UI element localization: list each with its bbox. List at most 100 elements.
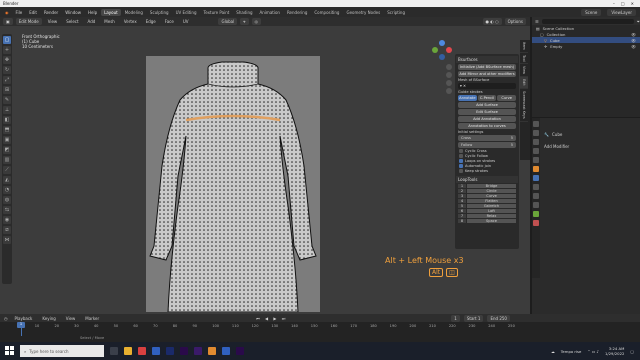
looptools-gstretch-button[interactable]: Gstretch: [467, 204, 516, 208]
looptools-flatten-button[interactable]: Flatten: [467, 199, 516, 203]
stroke-mode-curve[interactable]: Curve: [497, 95, 517, 101]
menu-render[interactable]: Render: [41, 9, 61, 16]
app-icon[interactable]: [138, 347, 146, 355]
add-annotation-button[interactable]: Add Annotation: [458, 116, 516, 122]
tab-geometry-nodes[interactable]: Geometry Nodes: [343, 9, 383, 16]
scene-selector[interactable]: Scene: [581, 8, 602, 16]
visibility-icon[interactable]: 👁: [631, 38, 640, 43]
app-icon[interactable]: [236, 347, 244, 355]
app-icon[interactable]: [222, 347, 230, 355]
neg-z-axis-icon[interactable]: [439, 54, 445, 60]
menu-playback[interactable]: Playback: [12, 315, 36, 322]
output-tab-icon[interactable]: [533, 139, 539, 145]
bsurfaces-header[interactable]: Bsurfaces: [456, 56, 518, 63]
add-surface-button[interactable]: Add Surface: [458, 102, 516, 108]
add-mirror-button[interactable]: Add Mirror and other modifiers: [458, 71, 516, 77]
navigation-gizmo[interactable]: [432, 40, 452, 60]
photoshop-icon[interactable]: [166, 347, 174, 355]
initialize-bsurface-button[interactable]: Initialize (Add BSurface mesh): [458, 64, 516, 70]
checkbox-box[interactable]: [459, 159, 463, 163]
scene-tab-icon[interactable]: [533, 148, 539, 154]
tray-icons[interactable]: ⌃ ▭ ♪: [587, 349, 599, 354]
menu-window[interactable]: Window: [62, 9, 84, 16]
tab-modeling[interactable]: Modeling: [122, 9, 146, 16]
sidebar-tab-screencast-keys[interactable]: Screencast Keys: [520, 89, 528, 122]
measure-icon[interactable]: ⟂: [3, 106, 11, 114]
move-icon[interactable]: ✥: [3, 56, 11, 64]
perspective-toggle-icon[interactable]: [446, 88, 452, 94]
sidebar-tab-item[interactable]: Item: [520, 40, 528, 53]
menu-vertex[interactable]: Vertex: [121, 18, 140, 25]
menu-select[interactable]: Select: [63, 18, 81, 25]
tab-texture-paint[interactable]: Texture Paint: [200, 9, 232, 16]
playback-controls-icons[interactable]: ⏮ ◀ ▶ ⏭: [256, 316, 287, 321]
smooth-icon[interactable]: ◍: [3, 196, 11, 204]
follow-field[interactable]: Follow 5: [458, 142, 516, 148]
windows-start-icon[interactable]: [5, 346, 14, 355]
tab-rendering[interactable]: Rendering: [284, 9, 310, 16]
looptools-row[interactable]: 8 Space: [458, 219, 516, 224]
sidebar-tab-tool[interactable]: Tool: [520, 53, 528, 65]
after-effects-icon[interactable]: [180, 347, 188, 355]
menu-uv[interactable]: UV: [180, 18, 192, 25]
checkbox-box[interactable]: [459, 164, 463, 168]
looptools-bridge-button[interactable]: Bridge: [467, 184, 516, 188]
shear-icon[interactable]: ⧄: [3, 226, 11, 234]
menu-timeline-view[interactable]: View: [63, 315, 79, 322]
checkbox-box[interactable]: [459, 149, 463, 153]
tab-shading[interactable]: Shading: [233, 9, 255, 16]
material-tab-icon[interactable]: [533, 220, 539, 226]
end-frame-field[interactable]: End 250: [487, 314, 510, 322]
add-cube-icon[interactable]: ◧: [3, 116, 11, 124]
particles-tab-icon[interactable]: [533, 184, 539, 190]
data-tab-icon[interactable]: [533, 211, 539, 217]
taskbar-search-input[interactable]: ⌕ Type here to search: [20, 345, 104, 357]
rip-region-icon[interactable]: ⋈: [3, 236, 11, 244]
select-box-icon[interactable]: ▢: [3, 36, 11, 44]
poly-build-icon[interactable]: ◭: [3, 176, 11, 184]
annotate-icon[interactable]: ✎: [3, 96, 11, 104]
options-menu[interactable]: Options: [504, 18, 526, 25]
close-button[interactable]: ✕: [631, 1, 634, 6]
snap-icon[interactable]: ⌖: [240, 18, 249, 25]
menu-file[interactable]: File: [13, 9, 26, 16]
tool-tab-icon[interactable]: [533, 121, 539, 127]
transform-orientation[interactable]: Global: [218, 18, 238, 25]
add-modifier-button[interactable]: Add Modifier: [544, 144, 569, 149]
menu-add[interactable]: Add: [85, 18, 99, 25]
knife-icon[interactable]: ⟋: [3, 166, 11, 174]
app-icon[interactable]: [152, 347, 160, 355]
sidebar-tab-view[interactable]: View: [520, 64, 528, 78]
task-view-icon[interactable]: [110, 347, 118, 355]
notification-icon[interactable]: ▢: [630, 349, 634, 354]
tab-uv-editing[interactable]: UV Editing: [173, 9, 200, 16]
minimize-button[interactable]: –: [613, 1, 615, 6]
z-axis-icon[interactable]: [439, 40, 445, 46]
blender-logo-icon[interactable]: ◉: [2, 9, 12, 16]
loop-cut-icon[interactable]: ▥: [3, 156, 11, 164]
scale-icon[interactable]: ⤢: [3, 76, 11, 84]
annotation-to-curves-button[interactable]: Annotation to curves: [458, 123, 516, 129]
menu-view[interactable]: View: [45, 18, 61, 25]
visibility-icon[interactable]: 👁: [631, 44, 640, 49]
editor-type-icon[interactable]: ▣: [3, 18, 13, 25]
zoom-icon[interactable]: [446, 64, 452, 70]
cyclic-follow-checkbox[interactable]: Cyclic Follow: [459, 154, 515, 158]
transform-icon[interactable]: ⊞: [3, 86, 11, 94]
looptools-relax-button[interactable]: Relax: [467, 214, 516, 218]
weather-text[interactable]: Tempo rise: [561, 349, 582, 354]
inset-icon[interactable]: ▣: [3, 136, 11, 144]
file-explorer-icon[interactable]: [124, 347, 132, 355]
current-frame-field[interactable]: 1: [451, 314, 460, 322]
y-axis-icon[interactable]: [432, 47, 438, 53]
stroke-mode-gpencil[interactable]: C.Pencil: [477, 95, 497, 101]
stroke-mode-annotate[interactable]: Annotate: [458, 95, 477, 101]
outliner-search-input[interactable]: [541, 18, 634, 24]
pan-icon[interactable]: [446, 72, 452, 78]
bevel-icon[interactable]: ◩: [3, 146, 11, 154]
cursor-icon[interactable]: +: [3, 46, 11, 54]
edge-slide-icon[interactable]: ⇆: [3, 206, 11, 214]
edit-surface-button[interactable]: Edit Surface: [458, 109, 516, 115]
looptools-header[interactable]: LoopTools: [456, 176, 518, 183]
cyclic-cross-checkbox[interactable]: Cyclic Cross: [459, 149, 515, 153]
